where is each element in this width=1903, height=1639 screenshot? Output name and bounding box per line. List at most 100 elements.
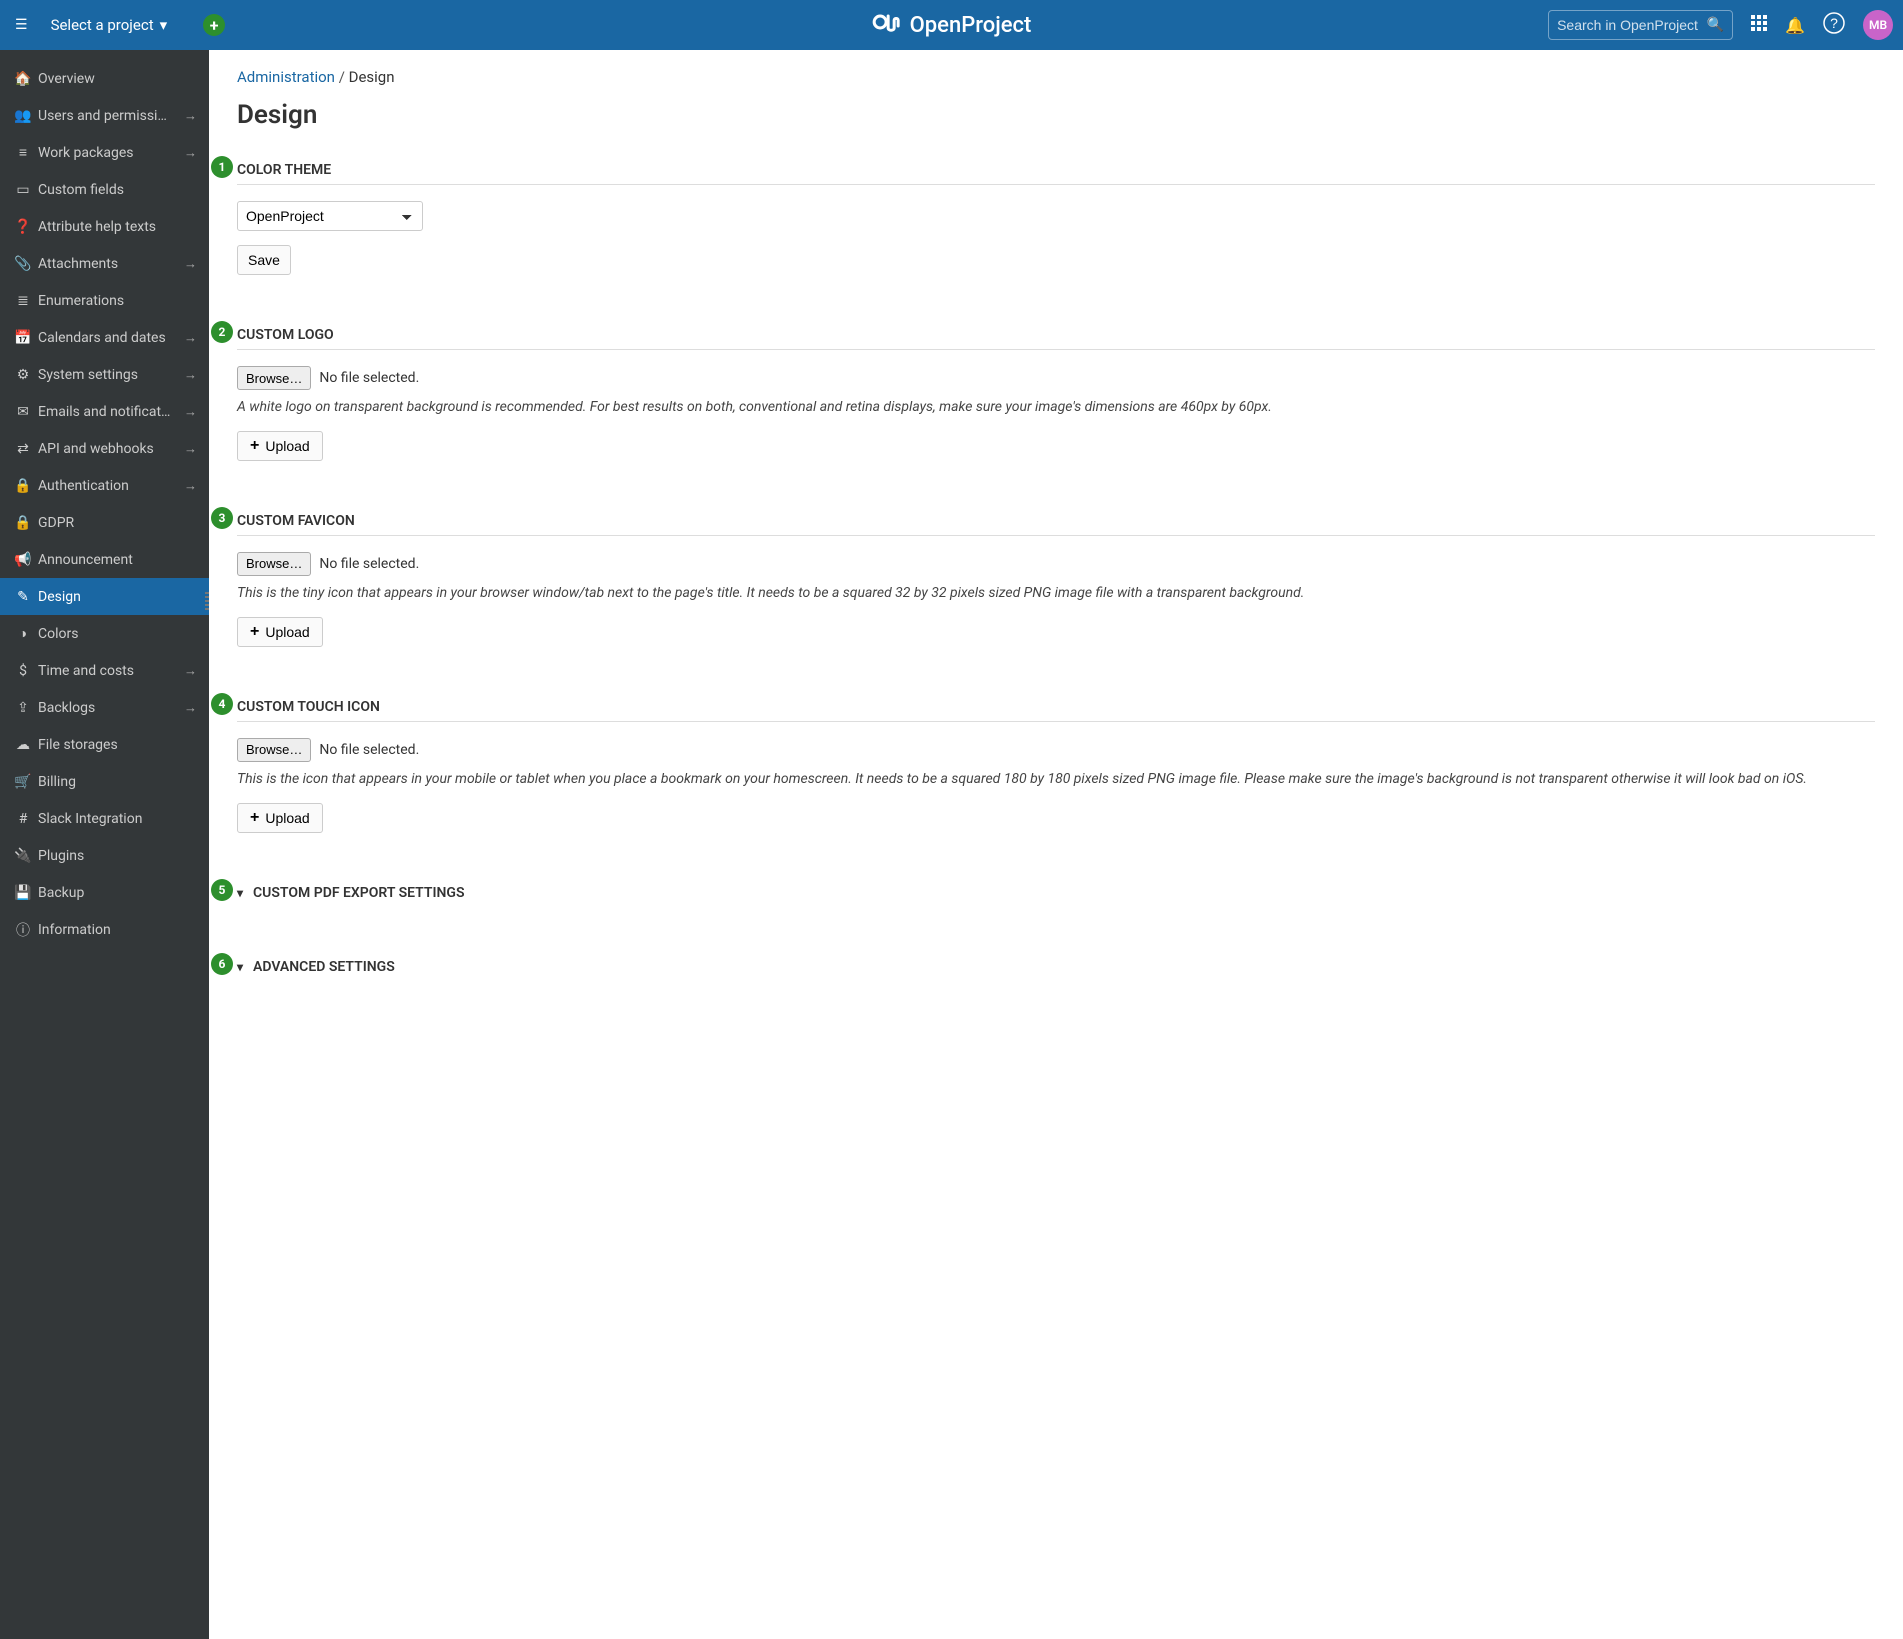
- search-icon[interactable]: 🔍: [1707, 17, 1724, 33]
- sidebar-item-emails-and-notificat[interactable]: ✉Emails and notificat…→: [0, 393, 209, 430]
- create-button[interactable]: +: [203, 14, 225, 36]
- sidebar-item-work-packages[interactable]: ≡Work packages→: [0, 134, 209, 171]
- section-title-custom-logo: CUSTOM LOGO: [237, 327, 1875, 350]
- sidebar-icon: 🔒: [12, 515, 34, 531]
- admin-sidebar: 🏠Overview👥Users and permissi…→≡Work pack…: [0, 50, 209, 1639]
- arrow-right-icon: →: [184, 404, 197, 420]
- sidebar-icon: 🛒: [12, 774, 34, 790]
- arrow-right-icon: →: [184, 330, 197, 346]
- brand: OpenProject: [872, 10, 1032, 40]
- sidebar-icon: #: [12, 811, 34, 827]
- brand-name: OpenProject: [910, 13, 1032, 38]
- sidebar-item-label: Calendars and dates: [38, 330, 184, 346]
- sidebar-item-api-and-webhooks[interactable]: ⇄API and webhooks→: [0, 430, 209, 467]
- help-icon[interactable]: ?: [1823, 12, 1845, 38]
- sidebar-item-authentication[interactable]: 🔒Authentication→: [0, 467, 209, 504]
- global-search[interactable]: 🔍: [1548, 10, 1733, 40]
- sidebar-resize-handle[interactable]: [205, 590, 209, 610]
- sidebar-icon: ⓘ: [12, 920, 34, 940]
- logo-hint: A white logo on transparent background i…: [237, 398, 1875, 417]
- sidebar-item-backup[interactable]: 💾Backup: [0, 874, 209, 911]
- sidebar-icon: ≡: [12, 144, 34, 161]
- breadcrumb: Administration / Design: [237, 68, 1875, 86]
- sidebar-item-slack-integration[interactable]: #Slack Integration: [0, 800, 209, 837]
- touch-upload-button[interactable]: + Upload: [237, 803, 323, 833]
- save-button[interactable]: Save: [237, 245, 291, 275]
- step-badge-6: 6: [211, 953, 233, 975]
- arrow-right-icon: →: [184, 108, 197, 124]
- sidebar-item-users-and-permissi[interactable]: 👥Users and permissi…→: [0, 97, 209, 134]
- sidebar-item-attribute-help-texts[interactable]: ❓Attribute help texts: [0, 208, 209, 245]
- logo-file-row: Browse… No file selected.: [237, 366, 1875, 390]
- color-theme-select[interactable]: OpenProject: [237, 201, 423, 231]
- favicon-hint: This is the tiny icon that appears in yo…: [237, 584, 1875, 603]
- sidebar-item-label: GDPR: [38, 515, 197, 531]
- sidebar-item-billing[interactable]: 🛒Billing: [0, 763, 209, 800]
- section-custom-favicon: 3 CUSTOM FAVICON Browse… No file selecte…: [237, 513, 1875, 647]
- sidebar-item-plugins[interactable]: 🔌Plugins: [0, 837, 209, 874]
- favicon-browse-button[interactable]: Browse…: [237, 552, 311, 576]
- sidebar-item-system-settings[interactable]: ⚙System settings→: [0, 356, 209, 393]
- sidebar-item-announcement[interactable]: 📢Announcement: [0, 541, 209, 578]
- sidebar-item-file-storages[interactable]: ☁File storages: [0, 726, 209, 763]
- sidebar-item-backlogs[interactable]: ⇪Backlogs→: [0, 689, 209, 726]
- chevron-down-icon[interactable]: ▾: [237, 960, 243, 974]
- logo-browse-button[interactable]: Browse…: [237, 366, 311, 390]
- sidebar-icon: 🏠: [12, 71, 34, 87]
- sidebar-icon: ✉: [12, 404, 34, 420]
- step-badge-2: 2: [211, 321, 233, 343]
- menu-icon[interactable]: ☰: [10, 17, 33, 33]
- logo-upload-button[interactable]: + Upload: [237, 431, 323, 461]
- favicon-file-row: Browse… No file selected.: [237, 552, 1875, 576]
- sidebar-item-label: Announcement: [38, 552, 197, 568]
- logo-browse-label: Browse…: [246, 371, 302, 386]
- bell-icon[interactable]: 🔔: [1785, 16, 1805, 35]
- sidebar-item-label: Plugins: [38, 848, 197, 864]
- sidebar-item-label: Billing: [38, 774, 197, 790]
- sidebar-item-attachments[interactable]: 📎Attachments→: [0, 245, 209, 282]
- step-badge-4: 4: [211, 693, 233, 715]
- project-selector[interactable]: Select a project ▾: [51, 16, 168, 34]
- logo-upload-label: Upload: [265, 438, 309, 454]
- touch-file-row: Browse… No file selected.: [237, 738, 1875, 762]
- sidebar-item-label: Design: [38, 589, 197, 605]
- sidebar-item-label: Information: [38, 922, 197, 938]
- favicon-upload-button[interactable]: + Upload: [237, 617, 323, 647]
- arrow-right-icon: →: [184, 145, 197, 161]
- apps-grid-icon[interactable]: [1751, 15, 1767, 35]
- breadcrumb-root-link[interactable]: Administration: [237, 68, 335, 86]
- sidebar-item-gdpr[interactable]: 🔒GDPR: [0, 504, 209, 541]
- arrow-right-icon: →: [184, 367, 197, 383]
- sidebar-icon: ◑: [12, 625, 34, 642]
- arrow-right-icon: →: [184, 256, 197, 272]
- sidebar-item-calendars-and-dates[interactable]: 📅Calendars and dates→: [0, 319, 209, 356]
- avatar[interactable]: MB: [1863, 10, 1893, 40]
- caret-down-icon: ▾: [160, 16, 168, 34]
- sidebar-item-overview[interactable]: 🏠Overview: [0, 60, 209, 97]
- sidebar-item-label: Backup: [38, 885, 197, 901]
- section-custom-touch-icon: 4 CUSTOM TOUCH ICON Browse… No file sele…: [237, 699, 1875, 833]
- sidebar-item-custom-fields[interactable]: ▭Custom fields: [0, 171, 209, 208]
- sidebar-item-information[interactable]: ⓘInformation: [0, 911, 209, 948]
- sidebar-item-label: Attribute help texts: [38, 219, 197, 235]
- favicon-upload-label: Upload: [265, 624, 309, 640]
- section-title-advanced[interactable]: ▾ ADVANCED SETTINGS: [237, 959, 1875, 981]
- section-title-pdf-export[interactable]: ▾ CUSTOM PDF EXPORT SETTINGS: [237, 885, 1875, 907]
- breadcrumb-current: Design: [349, 68, 395, 86]
- chevron-down-icon[interactable]: ▾: [237, 886, 243, 900]
- sidebar-icon: $: [12, 663, 34, 679]
- breadcrumb-separator: /: [339, 68, 349, 86]
- sidebar-icon: 👥: [12, 108, 34, 124]
- step-badge-1: 1: [211, 156, 233, 178]
- sidebar-item-design[interactable]: ✎Design: [0, 578, 209, 615]
- advanced-title: ADVANCED SETTINGS: [253, 959, 395, 975]
- sidebar-icon: ▭: [12, 182, 34, 198]
- sidebar-item-label: Work packages: [38, 145, 184, 161]
- sidebar-item-time-and-costs[interactable]: $Time and costs→: [0, 652, 209, 689]
- search-input[interactable]: [1557, 17, 1707, 33]
- touch-browse-button[interactable]: Browse…: [237, 738, 311, 762]
- section-title-custom-favicon: CUSTOM FAVICON: [237, 513, 1875, 536]
- sidebar-item-colors[interactable]: ◑Colors: [0, 615, 209, 652]
- sidebar-item-enumerations[interactable]: ≣Enumerations: [0, 282, 209, 319]
- sidebar-icon: 💾: [12, 885, 34, 901]
